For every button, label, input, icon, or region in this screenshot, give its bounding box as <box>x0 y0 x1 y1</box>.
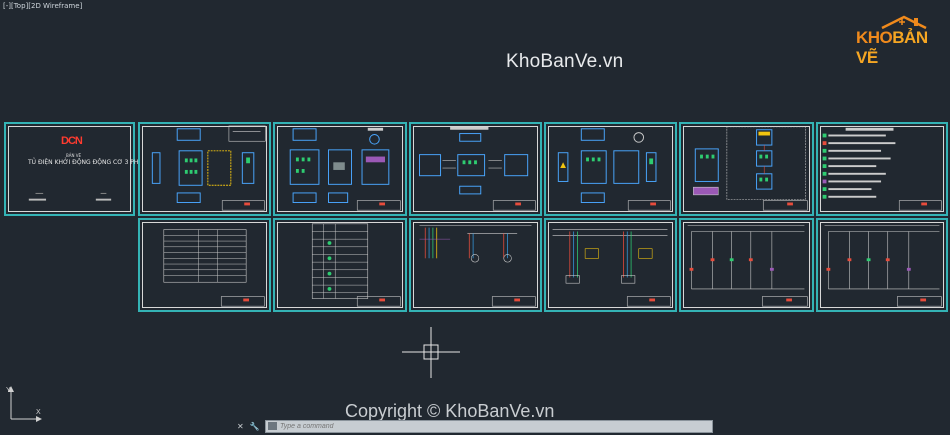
logo-text-kho: KHO <box>856 28 893 47</box>
svg-text:X: X <box>36 409 41 416</box>
svg-text:Y: Y <box>6 387 11 394</box>
layout-sheet-11[interactable] <box>544 218 677 312</box>
layout-sheet-5[interactable] <box>544 122 677 216</box>
layout-sheet-10[interactable] <box>409 218 542 312</box>
table-drawing <box>163 229 265 307</box>
wrench-icon[interactable]: 🔧 <box>250 421 260 432</box>
bill-of-materials <box>822 127 942 211</box>
layout-sheet-8[interactable] <box>138 218 271 312</box>
layout-sheet-cover[interactable]: DCN BẢN VẼ TỦ ĐIỆN KHỞI ĐỘNG ĐỘNG CƠ 3 P… <box>4 122 143 216</box>
command-prompt-icon <box>268 422 277 430</box>
site-logo: KHOBẢN VẼ <box>852 14 942 67</box>
layout-sheet-3[interactable] <box>273 122 407 216</box>
panel-drawing <box>693 126 808 211</box>
view-controls-label[interactable]: [-][Top][2D Wireframe] <box>3 2 82 10</box>
schematic-drawing <box>419 225 536 307</box>
layout-sheet-9[interactable] <box>273 218 407 312</box>
layout-sheet-13[interactable] <box>816 218 948 312</box>
model-space-viewport[interactable]: [-][Top][2D Wireframe] KhoBanVe.vn KHOBẢ… <box>0 0 950 435</box>
layout-sheet-12[interactable] <box>679 218 814 312</box>
command-input[interactable] <box>280 421 700 432</box>
close-icon[interactable]: ✕ <box>237 421 244 432</box>
schematic-drawing <box>552 229 671 307</box>
layout-sheet-7[interactable] <box>816 122 948 216</box>
command-line-tools: ✕ 🔧 <box>237 421 260 432</box>
copyright-text: Copyright © KhoBanVe.vn <box>345 401 555 421</box>
layout-sheet-4[interactable] <box>409 122 542 216</box>
watermark-text: KhoBanVe.vn <box>506 51 624 72</box>
layout-sheet-6[interactable] <box>679 122 814 216</box>
panel-drawing <box>151 125 266 211</box>
panel-drawing <box>419 126 536 211</box>
logo-text: KHOBẢN VẼ <box>856 28 942 68</box>
panel-drawing <box>557 128 671 211</box>
panel-drawing <box>289 127 401 211</box>
cursor-crosshair-icon <box>402 327 460 378</box>
control-circuit-drawing <box>824 225 942 307</box>
symbol-table-drawing <box>311 223 401 307</box>
control-circuit-drawing <box>687 225 808 307</box>
layout-sheet-2[interactable] <box>138 122 271 216</box>
command-line[interactable] <box>265 420 713 433</box>
ucs-axis-icon: X Y <box>6 386 42 422</box>
cover-lines <box>28 192 112 201</box>
